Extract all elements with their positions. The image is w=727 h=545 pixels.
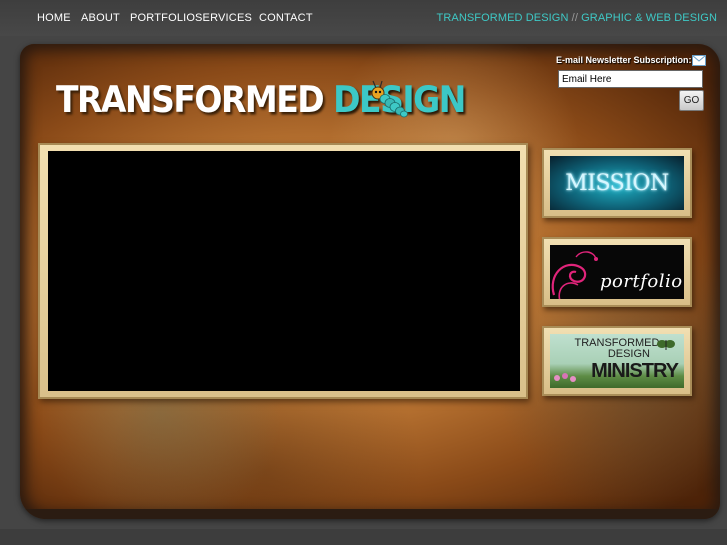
site-tagline: TRANSFORMED DESIGN // GRAPHIC & WEB DESI…	[437, 12, 717, 24]
newsletter-email-input[interactable]	[558, 70, 703, 88]
ministry-tile-image: TRANSFORMED DESIGN MINISTRY	[550, 334, 684, 388]
newsletter-go-button[interactable]: GO	[679, 90, 704, 111]
tagline-separator: //	[571, 12, 578, 24]
flowers-ornament	[554, 373, 576, 382]
video-player[interactable]	[48, 151, 520, 391]
nav-item-about[interactable]: ABOUT	[81, 12, 120, 24]
newsletter-label: E-mail Newsletter Subscription:	[556, 55, 692, 65]
mission-tile-image: MISSION	[550, 156, 684, 210]
portfolio-tile[interactable]: portfolio	[542, 237, 692, 307]
butterfly-icon	[657, 340, 675, 350]
portfolio-tile-label: portfolio	[600, 271, 683, 292]
caterpillar-icon	[371, 80, 408, 118]
logo-word-transformed: TRANSFORMED	[56, 78, 325, 121]
mission-tile[interactable]: MISSION	[542, 148, 692, 218]
envelope-icon	[692, 55, 706, 66]
video-frame	[38, 143, 528, 399]
nav-item-portfolio[interactable]: PORTFOLIO	[130, 12, 195, 24]
footer-band	[0, 529, 727, 545]
mission-tile-label: MISSION	[565, 171, 669, 196]
nav-item-contact[interactable]: CONTACT	[259, 12, 313, 24]
tagline-service: GRAPHIC & WEB DESIGN	[581, 12, 717, 24]
tagline-brand: TRANSFORMED DESIGN	[436, 12, 569, 24]
newsletter-signup: E-mail Newsletter Subscription:	[556, 55, 706, 88]
nav-item-services[interactable]: SERVICES	[195, 12, 252, 24]
nav-item-home[interactable]: HOME	[37, 12, 71, 24]
top-navigation-bar: HOME ABOUT PORTFOLIO SERVICES CONTACT TR…	[0, 0, 727, 36]
ministry-tile[interactable]: TRANSFORMED DESIGN MINISTRY	[542, 326, 692, 396]
portfolio-tile-image: portfolio	[550, 245, 684, 299]
